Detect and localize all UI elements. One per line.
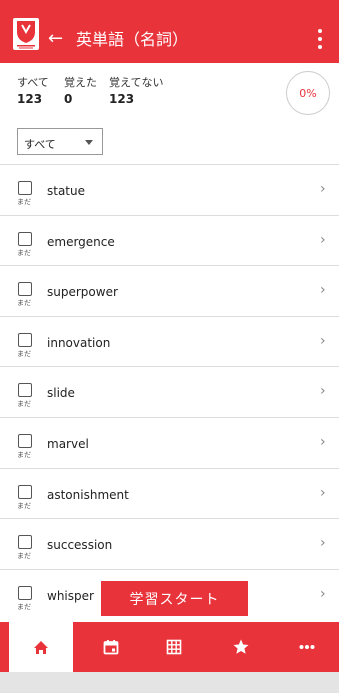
more-menu-icon[interactable]: [315, 27, 325, 51]
status-label: まだ: [17, 451, 31, 459]
status-label: まだ: [17, 299, 31, 308]
filter-dropdown[interactable]: すべて: [17, 128, 103, 155]
stat-not-learned-label: 覚えてない: [109, 76, 164, 89]
chevron-right-icon: ›: [320, 585, 326, 602]
learned-checkbox[interactable]: [18, 434, 32, 448]
nav-calendar-tab[interactable]: [87, 622, 135, 672]
chevron-right-icon: ›: [320, 484, 326, 501]
calendar-icon: [103, 640, 119, 655]
word-text: superpower: [47, 285, 118, 300]
stat-not-learned-value: 123: [109, 92, 135, 106]
chevron-right-icon: ›: [320, 383, 326, 400]
chevron-right-icon: ›: [320, 282, 326, 299]
word-row[interactable]: まだ statue ›: [0, 164, 339, 215]
word-row[interactable]: まだ innovation ›: [0, 315, 339, 367]
word-row[interactable]: まだ astonishment ›: [0, 467, 339, 519]
stat-learned-value: 0: [64, 92, 73, 106]
learned-checkbox[interactable]: [18, 383, 32, 398]
status-label: まだ: [17, 400, 31, 409]
home-icon: [34, 641, 48, 654]
status-label: まだ: [17, 552, 31, 561]
word-row[interactable]: まだ succession ›: [0, 518, 339, 570]
status-label: まだ: [17, 198, 31, 206]
word-row[interactable]: まだ marvel ›: [0, 417, 339, 468]
learned-checkbox[interactable]: [18, 585, 32, 600]
back-button[interactable]: ←: [48, 29, 63, 49]
start-study-button[interactable]: 学習スタート: [101, 581, 248, 616]
learned-checkbox[interactable]: [18, 181, 32, 195]
word-text: slide: [47, 386, 75, 401]
word-text: astonishment: [47, 487, 129, 502]
word-row[interactable]: まだ slide ›: [0, 366, 339, 418]
word-text: innovation: [47, 335, 111, 350]
word-text: marvel: [47, 437, 89, 451]
nav-grid-tab[interactable]: [150, 622, 198, 672]
word-row[interactable]: まだ superpower ›: [0, 265, 339, 317]
learned-checkbox[interactable]: [18, 484, 32, 499]
stat-all-value: 123: [17, 92, 43, 106]
nav-more-tab[interactable]: [283, 622, 331, 672]
stat-all-label: すべて: [17, 76, 49, 89]
status-label: まだ: [17, 248, 31, 257]
more-icon: [299, 645, 315, 649]
word-text: whisper: [47, 588, 94, 603]
word-text: succession: [47, 538, 113, 553]
learned-checkbox[interactable]: [18, 231, 32, 246]
word-row[interactable]: まだ emergence ›: [0, 214, 339, 266]
learned-checkbox[interactable]: [18, 535, 32, 550]
page-title: 英単語（名詞）: [76, 30, 189, 49]
status-label: まだ: [17, 349, 31, 358]
star-icon: [233, 639, 249, 654]
chevron-right-icon: ›: [320, 231, 326, 248]
status-label: まだ: [17, 602, 31, 611]
chevron-right-icon: ›: [320, 434, 326, 450]
university-logo: [13, 18, 39, 50]
nav-home-tab[interactable]: [9, 622, 73, 672]
word-text: statue: [47, 184, 86, 198]
filter-selected-value: すべて: [24, 138, 56, 151]
learned-checkbox[interactable]: [18, 332, 32, 347]
progress-circle: 0%: [286, 71, 330, 115]
bottom-gutter: [0, 672, 339, 693]
chevron-down-icon: [85, 140, 93, 145]
chevron-right-icon: ›: [320, 535, 326, 552]
nav-favorites-tab[interactable]: [217, 622, 265, 672]
chevron-right-icon: ›: [320, 332, 326, 349]
word-text: emergence: [47, 234, 115, 249]
stat-learned-label: 覚えた: [64, 76, 97, 89]
top-bar: ← 英単語（名詞）: [0, 0, 339, 63]
chevron-right-icon: ›: [320, 181, 326, 197]
grid-icon: [166, 639, 182, 655]
app-screen: ← 英単語（名詞） すべて 123 覚えた 0 覚えてない 123 0% すべて…: [0, 0, 339, 693]
learned-checkbox[interactable]: [18, 282, 32, 297]
status-label: まだ: [17, 501, 31, 510]
